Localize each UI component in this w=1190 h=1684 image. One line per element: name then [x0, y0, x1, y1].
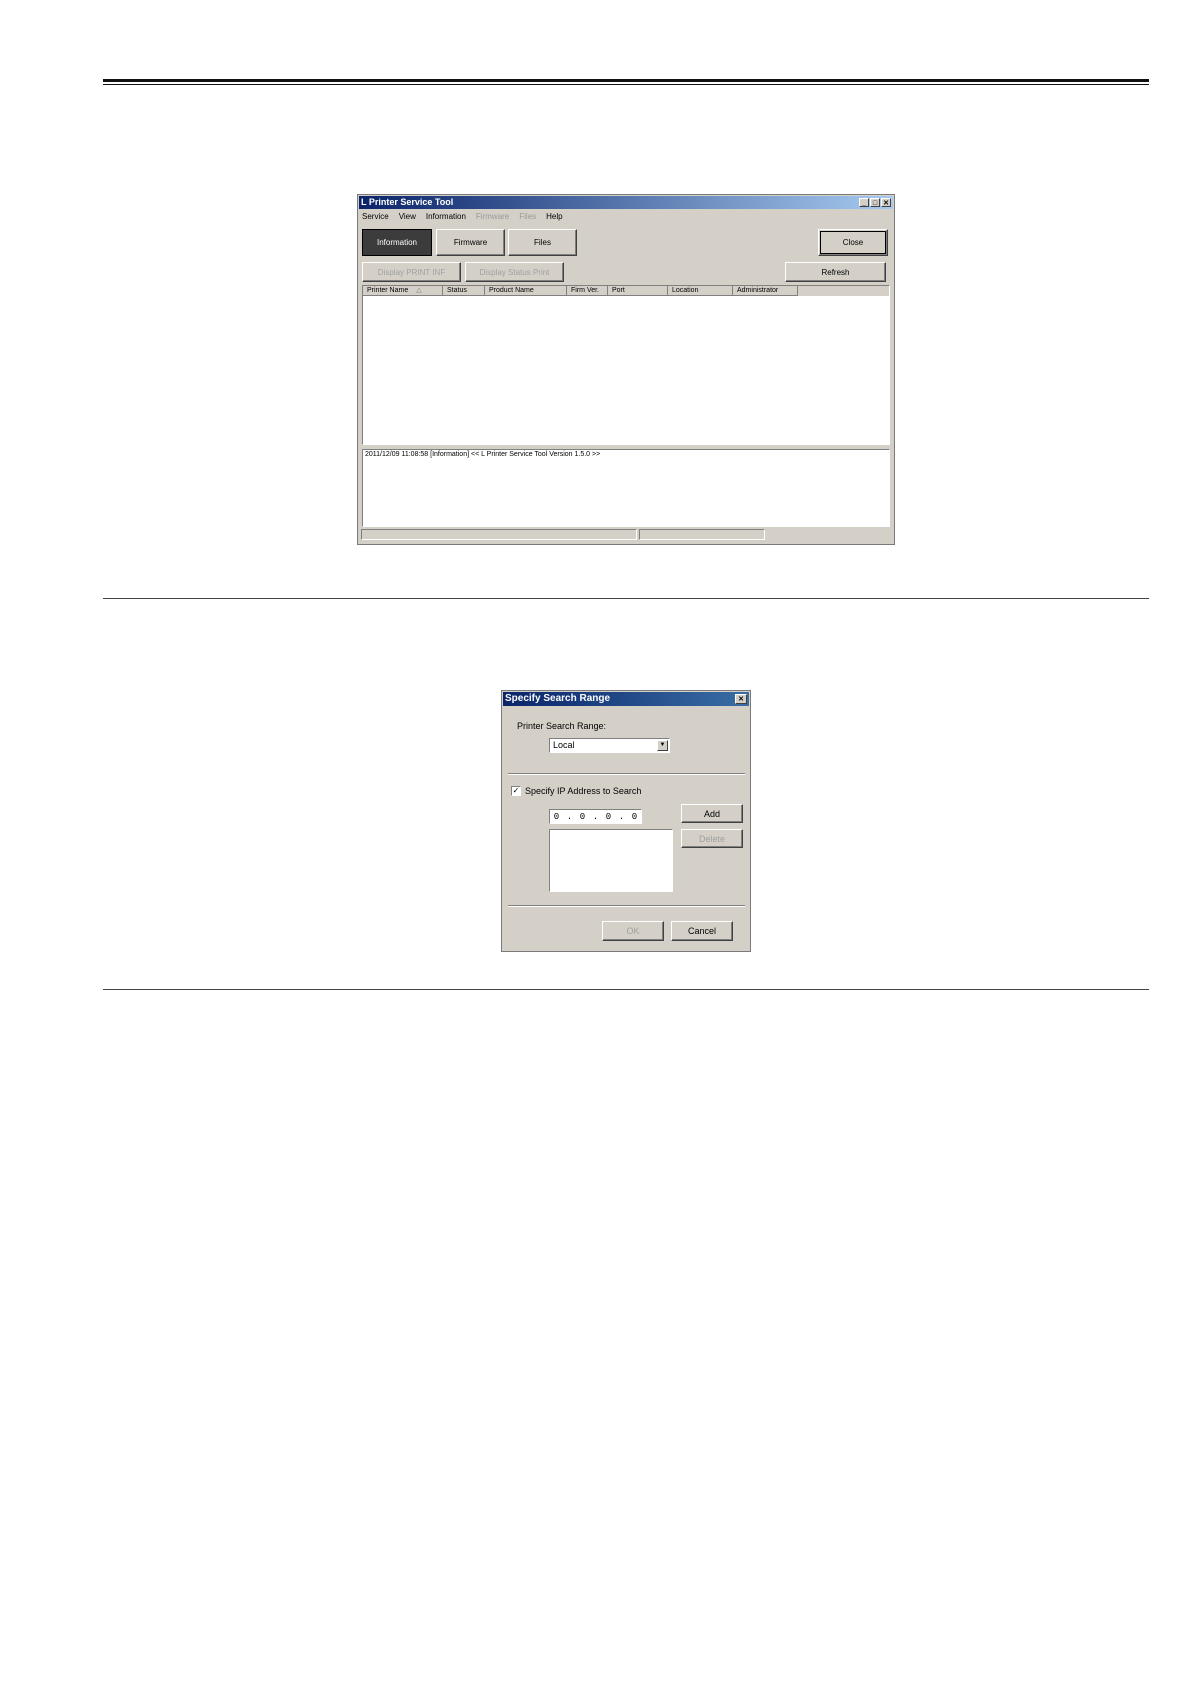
ip-octet-3: 0 — [605, 811, 612, 822]
menu-firmware: Firmware — [475, 212, 510, 221]
ok-button: OK — [602, 921, 664, 941]
printer-list[interactable]: Printer Name △ Status Product Name Firm … — [362, 285, 890, 445]
close-button[interactable]: Close — [818, 229, 888, 256]
specify-ip-checkbox[interactable]: ✓ — [511, 786, 521, 796]
column-printer-name[interactable]: Printer Name △ — [363, 286, 443, 296]
minimize-button[interactable]: _ — [859, 198, 869, 207]
printer-service-tool-window: L Printer Service Tool _ □ ✕ Service Vie… — [357, 194, 895, 545]
column-administrator[interactable]: Administrator — [733, 286, 798, 296]
window-titlebar: L Printer Service Tool _ □ ✕ — [359, 196, 893, 209]
column-port[interactable]: Port — [608, 286, 668, 296]
printer-list-header: Printer Name △ Status Product Name Firm … — [363, 286, 889, 296]
column-location[interactable]: Location — [668, 286, 733, 296]
chevron-down-icon[interactable]: ▼ — [657, 740, 668, 751]
menu-view[interactable]: View — [399, 211, 416, 223]
section-divider — [103, 989, 1149, 990]
ip-address-list[interactable] — [549, 829, 673, 892]
ip-dot: . — [618, 811, 625, 822]
window-title: L Printer Service Tool — [361, 197, 454, 207]
dialog-titlebar: Specify Search Range ✕ — [503, 692, 749, 706]
log-line: 2011/12/09 11:08:58 [Information] << L P… — [365, 451, 601, 458]
ip-dot: . — [566, 811, 573, 822]
search-range-value: Local — [553, 740, 575, 750]
search-range-select[interactable]: Local ▼ — [549, 738, 670, 753]
sort-ascending-icon: △ — [416, 287, 422, 294]
column-firm-ver[interactable]: Firm Ver. — [567, 286, 608, 296]
column-product-name[interactable]: Product Name — [485, 286, 567, 296]
dialog-separator — [508, 773, 745, 775]
menu-bar: Service View Information Firmware Files … — [362, 211, 563, 223]
menu-information[interactable]: Information — [426, 211, 466, 223]
header-rule-thin — [103, 84, 1149, 85]
delete-button: Delete — [681, 829, 743, 848]
dialog-title: Specify Search Range — [505, 693, 611, 704]
ip-octet-1: 0 — [553, 811, 560, 822]
tab-files[interactable]: Files — [508, 229, 577, 256]
cancel-button[interactable]: Cancel — [671, 921, 733, 941]
maximize-button[interactable]: □ — [870, 198, 880, 207]
column-status[interactable]: Status — [443, 286, 485, 296]
ip-address-field[interactable]: 0 . 0 . 0 . 0 — [549, 809, 642, 824]
printer-search-range-label: Printer Search Range: — [517, 721, 607, 731]
header-rule-thick — [103, 79, 1149, 82]
display-status-print-button: Display Status Print — [465, 262, 564, 282]
status-bar-panel — [639, 529, 765, 540]
tab-information[interactable]: Information — [362, 229, 432, 256]
specify-ip-label: Specify IP Address to Search — [525, 786, 642, 796]
dialog-separator — [508, 905, 745, 907]
specify-search-range-dialog: Specify Search Range ✕ Printer Search Ra… — [501, 690, 751, 952]
close-icon[interactable]: ✕ — [735, 694, 747, 704]
ip-dot: . — [592, 811, 599, 822]
close-icon[interactable]: ✕ — [881, 198, 891, 207]
display-print-info-button: Display PRINT INF — [362, 262, 461, 282]
add-button[interactable]: Add — [681, 804, 743, 823]
menu-service[interactable]: Service — [362, 211, 389, 223]
menu-help[interactable]: Help — [546, 211, 562, 223]
menu-files: Files — [519, 212, 537, 221]
status-bar-panel — [361, 529, 637, 540]
ip-octet-2: 0 — [579, 811, 586, 822]
log-area[interactable]: 2011/12/09 11:08:58 [Information] << L P… — [362, 449, 890, 527]
ip-octet-4: 0 — [631, 811, 638, 822]
tab-firmware[interactable]: Firmware — [436, 229, 505, 256]
refresh-button[interactable]: Refresh — [785, 262, 886, 282]
section-divider — [103, 598, 1149, 599]
